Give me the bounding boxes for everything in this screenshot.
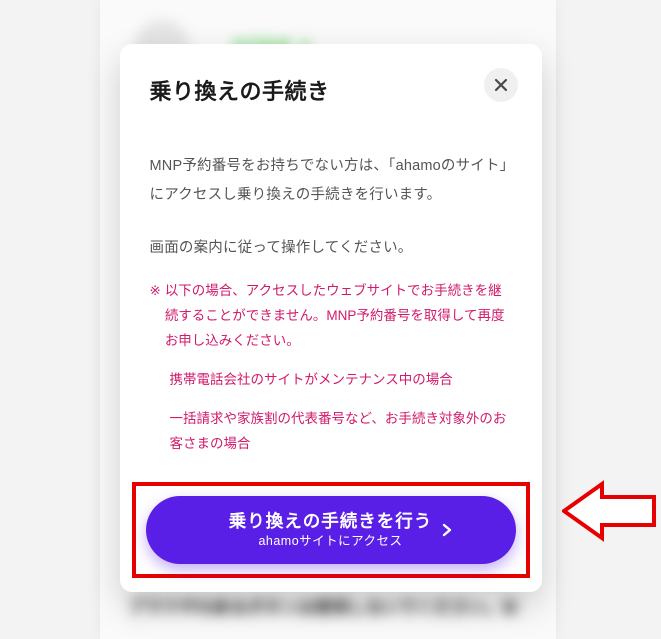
note-sub-1: 携帯電話会社のサイトがメンテナンス中の場合 [150, 368, 512, 393]
modal-title: 乗り換えの手続き [150, 74, 512, 106]
proceed-button[interactable]: 乗り換えの手続きを行う ahamoサイトにアクセス [146, 496, 516, 564]
chevron-right-icon [440, 523, 454, 537]
note-block: ※ 以下の場合、アクセスしたウェブサイトでお手続きを継続することができません。M… [150, 279, 512, 457]
note-mark: ※ [150, 279, 165, 354]
note-main-text: 以下の場合、アクセスしたウェブサイトでお手続きを継続することができません。MNP… [165, 279, 512, 354]
modal-paragraph-1: MNP予約番号をお持ちでない方は、「ahamoのサイト」にアクセスし乗り換えの手… [150, 152, 512, 210]
modal-paragraph-2: 画面の案内に従って操作してください。 [150, 234, 512, 263]
close-icon [494, 78, 508, 92]
proceed-button-sub-label: ahamoサイトにアクセス [258, 533, 402, 550]
close-button[interactable] [484, 68, 518, 102]
note-sub-2: 一括請求や家族割の代表番号など、お手続き対象外のお客さまの場合 [150, 407, 512, 457]
proceed-button-main-label: 乗り換えの手続きを行う [229, 510, 433, 534]
arrow-callout-icon [562, 478, 656, 544]
modal-dialog: 乗り換えの手続き MNP予約番号をお持ちでない方は、「ahamoのサイト」にアク… [120, 44, 542, 592]
cta-highlight-frame: 乗り換えの手続きを行う ahamoサイトにアクセス [132, 482, 530, 578]
